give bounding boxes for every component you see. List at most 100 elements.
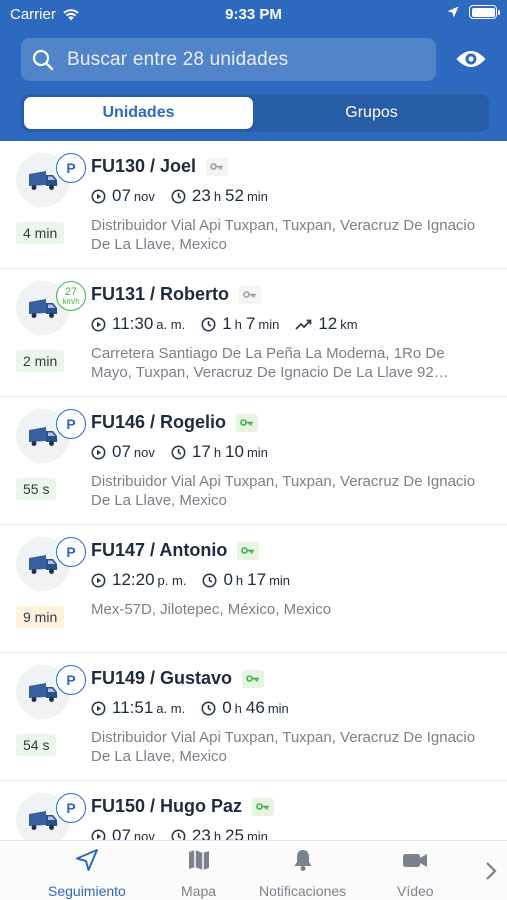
trend-icon xyxy=(295,318,312,331)
ignition-off-icon xyxy=(206,157,229,176)
parked-badge: P xyxy=(56,409,86,439)
unit-address: Mex-57D, Jilotepec, México, Mexico xyxy=(91,601,332,618)
last-event-unit: a. m. xyxy=(156,701,186,716)
tab-seguimiento[interactable]: Seguimiento xyxy=(48,847,126,899)
ignition-on-icon xyxy=(237,541,260,560)
unit-name: FU149 / Gustavo xyxy=(91,668,265,689)
tab-label: Notificaciones xyxy=(259,883,347,899)
duration-hours: 23 xyxy=(191,186,211,205)
unit-name: FU150 / Hugo Paz xyxy=(91,796,275,817)
video-camera-icon xyxy=(403,854,428,867)
duration-minutes: 10 xyxy=(225,442,244,461)
clock-icon xyxy=(171,829,186,840)
search-field[interactable]: Buscar entre 28 unidades xyxy=(21,38,436,81)
unit-name-label: FU146 / Rogelio xyxy=(91,412,227,432)
ignition-on-icon xyxy=(252,797,275,816)
eye-icon[interactable] xyxy=(455,46,487,72)
unit-address: Carretera Santiago De La Peña La Moderna… xyxy=(91,345,449,381)
unit-row[interactable]: P 9 min FU147 / Antonio 12:20 p. m. 0 h 17 m… xyxy=(0,525,507,653)
last-event-value: 07 xyxy=(112,442,131,461)
truck-icon xyxy=(29,683,57,702)
unit-meta: 11:51 a. m. 0 h 46 min xyxy=(91,698,305,718)
unit-name: FU130 / Joel xyxy=(91,156,229,177)
last-event-unit: nov xyxy=(133,829,155,840)
unit-row[interactable]: P FU150 / Hugo Paz 07 nov 23 h 25 min xyxy=(0,781,507,840)
bottom-tab-bar: Seguimiento Mapa Notificaciones Vídeo xyxy=(0,840,507,900)
duration-hours: 1 xyxy=(222,314,232,333)
last-event-unit: nov xyxy=(133,189,155,204)
truck-icon xyxy=(29,555,57,574)
unit-meta: 12:20 p. m. 0 h 17 min xyxy=(91,570,306,590)
duration-hours-unit: h xyxy=(213,829,222,840)
unit-row[interactable]: P 54 s FU149 / Gustavo 11:51 a. m. 0 h 46 mi… xyxy=(0,653,507,781)
ignition-on-icon xyxy=(236,413,259,432)
duration-minutes: 52 xyxy=(225,186,244,205)
last-event-unit: nov xyxy=(133,445,155,460)
location-arrow-icon xyxy=(447,6,459,18)
play-circle-icon xyxy=(91,573,106,588)
duration-hours: 17 xyxy=(191,442,211,461)
duration-minutes: 7 xyxy=(245,314,256,333)
clock-icon xyxy=(171,445,186,460)
unit-name-label: FU149 / Gustavo xyxy=(91,668,233,688)
distance-unit: km xyxy=(340,317,358,332)
truck-icon xyxy=(29,171,57,190)
play-circle-icon xyxy=(91,701,106,716)
ignition-off-icon xyxy=(239,285,262,304)
tab-notificaciones[interactable]: Notificaciones xyxy=(259,847,346,899)
tab-grupos[interactable]: Grupos xyxy=(257,97,486,129)
bell-icon xyxy=(294,850,312,871)
duration-hours-unit: h xyxy=(213,189,222,204)
duration-hours-unit: h xyxy=(235,573,244,588)
last-event-value: 11:30 xyxy=(112,314,154,333)
unit-name-label: FU150 / Hugo Paz xyxy=(91,796,243,816)
duration-hours: 0 xyxy=(223,570,233,589)
unit-meta: 07 nov 23 h 25 min xyxy=(91,826,284,840)
truck-icon xyxy=(29,299,57,318)
parked-badge: P xyxy=(56,793,86,823)
speed-value: 27 xyxy=(64,285,78,298)
tab-video[interactable]: Vídeo xyxy=(397,847,434,899)
unit-address: Distribuidor Vial Api Tuxpan, Tuxpan, Ve… xyxy=(91,473,476,509)
search-icon xyxy=(32,49,54,70)
duration-minutes-unit: min xyxy=(246,829,268,840)
chevron-right-icon[interactable] xyxy=(484,861,498,881)
tab-label: Vídeo xyxy=(397,883,434,899)
last-event-value: 07 xyxy=(112,186,131,205)
tab-unidades[interactable]: Unidades xyxy=(24,97,253,129)
unit-row[interactable]: P 4 min FU130 / Joel 07 nov 23 h 52 min Dist… xyxy=(0,141,507,269)
unit-meta: 07 nov 17 h 10 min xyxy=(91,442,284,462)
unit-address: Distribuidor Vial Api Tuxpan, Tuxpan, Ve… xyxy=(91,217,476,253)
ignition-on-icon xyxy=(242,669,265,688)
duration-minutes: 46 xyxy=(245,698,265,717)
duration-minutes-unit: min xyxy=(267,701,289,716)
last-update-badge: 2 min xyxy=(16,350,65,372)
last-event-value: 07 xyxy=(112,826,131,840)
status-right xyxy=(447,5,500,19)
tab-label: Seguimiento xyxy=(48,883,126,899)
last-event-value: 12:20 xyxy=(112,570,155,589)
clock-icon xyxy=(202,573,217,588)
clock-icon xyxy=(201,317,216,332)
speed-badge: 27 km/h xyxy=(56,281,86,311)
tab-mapa[interactable]: Mapa xyxy=(181,847,216,899)
parked-badge: P xyxy=(56,153,86,183)
truck-icon xyxy=(29,427,57,446)
app-header: Carrier 9:33 PM Buscar entre 28 unidades… xyxy=(0,0,507,141)
unit-meta: 11:30 a. m. 1 h 7 min 12 km xyxy=(91,314,374,334)
duration-minutes: 25 xyxy=(225,826,244,840)
unit-name-label: FU131 / Roberto xyxy=(91,284,230,304)
unit-meta: 07 nov 23 h 52 min xyxy=(91,186,284,206)
clock-icon xyxy=(171,189,186,204)
duration-minutes-unit: min xyxy=(246,189,268,204)
unit-row[interactable]: P 55 s FU146 / Rogelio 07 nov 17 h 10 min Di… xyxy=(0,397,507,525)
units-list: P 4 min FU130 / Joel 07 nov 23 h 52 min Dist… xyxy=(0,141,507,840)
last-event-unit: p. m. xyxy=(157,573,187,588)
duration-hours: 0 xyxy=(222,698,232,717)
unit-name-label: FU130 / Joel xyxy=(91,156,197,176)
play-circle-icon xyxy=(91,445,106,460)
speed-unit: km/h xyxy=(62,296,80,306)
unit-name: FU131 / Roberto xyxy=(91,284,262,305)
truck-icon xyxy=(29,811,57,830)
unit-row[interactable]: 27 km/h 2 min FU131 / Roberto 11:30 a. m.… xyxy=(0,269,507,397)
